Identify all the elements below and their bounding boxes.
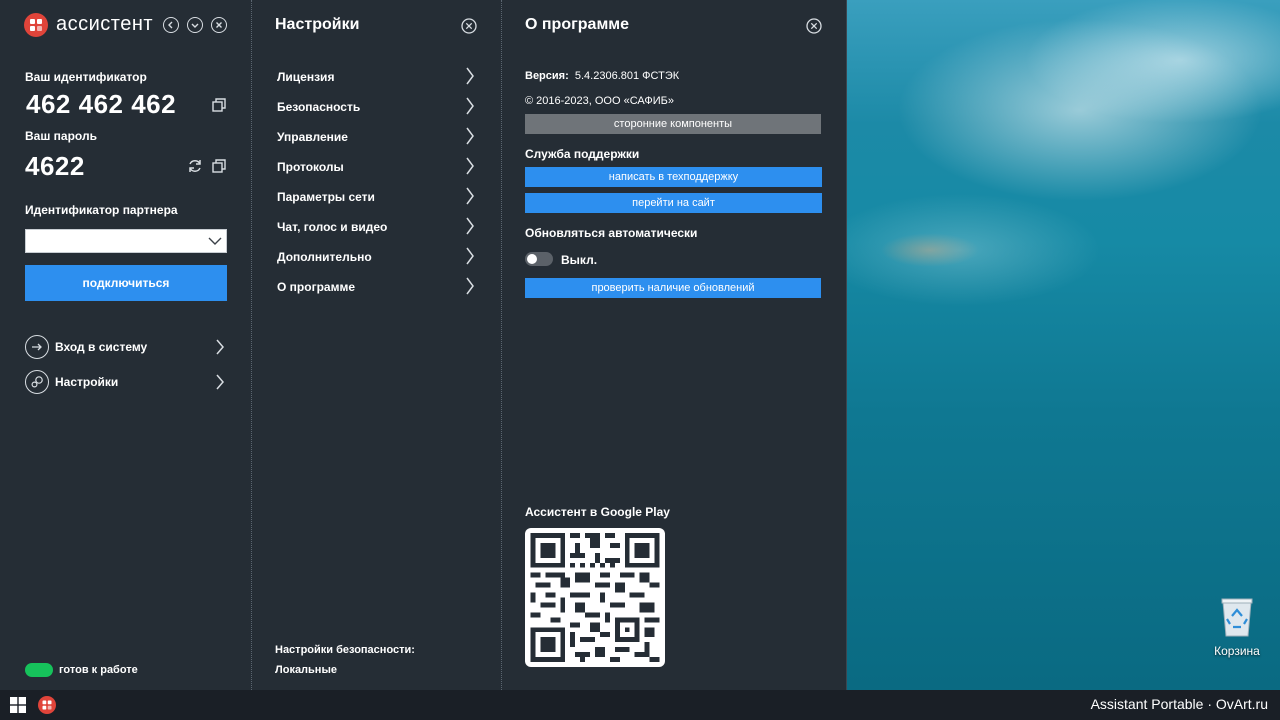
version-line: Версия: 5.4.2306.801 ФСТЭК: [525, 70, 679, 82]
assistant-window: ассистент Ваш идентификатор 462 462 462 …: [0, 0, 847, 690]
status-text: готов к работе: [59, 664, 138, 676]
check-updates-button[interactable]: проверить наличие обновлений: [525, 278, 821, 298]
chevron-right-icon: [466, 157, 474, 175]
password-value: 4622: [25, 151, 85, 181]
close-icon: [806, 18, 822, 34]
taskbar-assistant-button[interactable]: [38, 696, 56, 714]
start-button[interactable]: [10, 697, 26, 713]
settings-item-label: Безопасность: [277, 100, 361, 114]
app-title: ассистент: [56, 13, 154, 35]
login-icon: [25, 335, 49, 359]
windows-logo-icon: [10, 697, 26, 713]
chevron-down-icon[interactable]: [208, 235, 222, 247]
copy-icon: [212, 159, 226, 173]
watermark-text: Assistant Portable · OvArt.ru: [1090, 696, 1268, 712]
write-support-button[interactable]: написать в техподдержку: [525, 167, 822, 187]
chevron-right-icon: [466, 67, 474, 85]
status-indicator: [25, 663, 53, 677]
chevron-right-icon: [216, 374, 224, 390]
taskbar: Assistant Portable · OvArt.ru: [0, 690, 1280, 720]
id-value: 462 462 462: [26, 89, 177, 119]
login-menu-label: Вход в систему: [55, 340, 148, 354]
recycle-bin-icon: [1220, 596, 1254, 638]
settings-item-label: О программе: [277, 280, 356, 294]
assistant-logo-icon: [24, 13, 48, 37]
third-party-components-button[interactable]: сторонние компоненты: [525, 114, 821, 134]
chevron-right-icon: [466, 127, 474, 145]
settings-item-network[interactable]: Параметры сети: [277, 187, 477, 207]
settings-item-label: Параметры сети: [277, 190, 375, 204]
settings-menu-label: Настройки: [55, 375, 119, 389]
auto-update-state: Выкл.: [561, 253, 598, 267]
qr-code-icon: [530, 533, 660, 662]
auto-update-title: Обновляться автоматически: [525, 226, 698, 240]
settings-item-control[interactable]: Управление: [277, 127, 477, 147]
password-label: Ваш пароль: [25, 129, 97, 143]
settings-item-label: Лицензия: [277, 70, 335, 84]
settings-item-advanced[interactable]: Дополнительно: [277, 247, 477, 267]
version-label: Версия:: [525, 70, 569, 82]
settings-panel-title: Настройки: [275, 16, 360, 33]
close-icon: [216, 22, 222, 28]
security-settings-label: Настройки безопасности:: [275, 644, 415, 656]
recycle-bin[interactable]: Корзина: [1206, 596, 1268, 666]
toggle-knob: [527, 254, 537, 264]
chevron-down-icon: [191, 23, 199, 28]
close-settings-button[interactable]: [461, 18, 477, 34]
partner-id-field[interactable]: [25, 229, 227, 253]
go-to-site-button[interactable]: перейти на сайт: [525, 193, 822, 213]
chevron-left-icon: [168, 21, 173, 29]
copy-icon: [212, 98, 226, 112]
back-button[interactable]: [163, 17, 179, 33]
settings-item-label: Управление: [277, 130, 348, 144]
settings-item-security[interactable]: Безопасность: [277, 97, 477, 117]
auto-update-toggle[interactable]: [525, 252, 553, 266]
column-divider: [501, 0, 502, 690]
google-play-qr-code[interactable]: [525, 528, 665, 667]
gears-icon: [25, 370, 49, 394]
column-divider: [251, 0, 252, 690]
close-app-button[interactable]: [211, 17, 227, 33]
settings-item-license[interactable]: Лицензия: [277, 67, 477, 87]
settings-item-chat[interactable]: Чат, голос и видео: [277, 217, 477, 237]
partner-id-input[interactable]: [26, 230, 201, 252]
refresh-password-button[interactable]: [187, 158, 203, 174]
settings-item-logs[interactable]: Протоколы: [277, 157, 477, 177]
close-about-button[interactable]: [806, 18, 822, 34]
support-title: Служба поддержки: [525, 147, 640, 161]
minimize-button[interactable]: [187, 17, 203, 33]
settings-item-label: Чат, голос и видео: [277, 220, 388, 234]
copyright-text: © 2016-2023, ООО «САФИБ»: [525, 95, 674, 107]
security-settings-value: Локальные: [275, 664, 337, 676]
login-menu-item[interactable]: Вход в систему: [25, 334, 227, 360]
chevron-right-icon: [466, 187, 474, 205]
chevron-right-icon: [466, 277, 474, 295]
recycle-bin-label: Корзина: [1214, 644, 1260, 658]
chevron-right-icon: [466, 217, 474, 235]
refresh-icon: [189, 160, 201, 172]
about-panel-title: О программе: [525, 16, 630, 33]
partner-id-label: Идентификатор партнера: [25, 203, 178, 217]
chevron-right-icon: [466, 97, 474, 115]
assistant-logo-icon: [38, 696, 56, 714]
copy-password-button[interactable]: [211, 158, 227, 174]
connect-button[interactable]: подключиться: [25, 265, 227, 301]
google-play-label: Ассистент в Google Play: [525, 505, 670, 519]
settings-menu-item[interactable]: Настройки: [25, 369, 227, 395]
chevron-right-icon: [216, 339, 224, 355]
settings-item-about[interactable]: О программе: [277, 277, 477, 297]
settings-item-label: Дополнительно: [277, 250, 372, 264]
close-icon: [461, 18, 477, 34]
id-label: Ваш идентификатор: [25, 70, 147, 84]
copy-id-button[interactable]: [211, 97, 227, 113]
chevron-right-icon: [466, 247, 474, 265]
version-value: 5.4.2306.801 ФСТЭК: [574, 70, 680, 82]
settings-item-label: Протоколы: [277, 160, 344, 174]
